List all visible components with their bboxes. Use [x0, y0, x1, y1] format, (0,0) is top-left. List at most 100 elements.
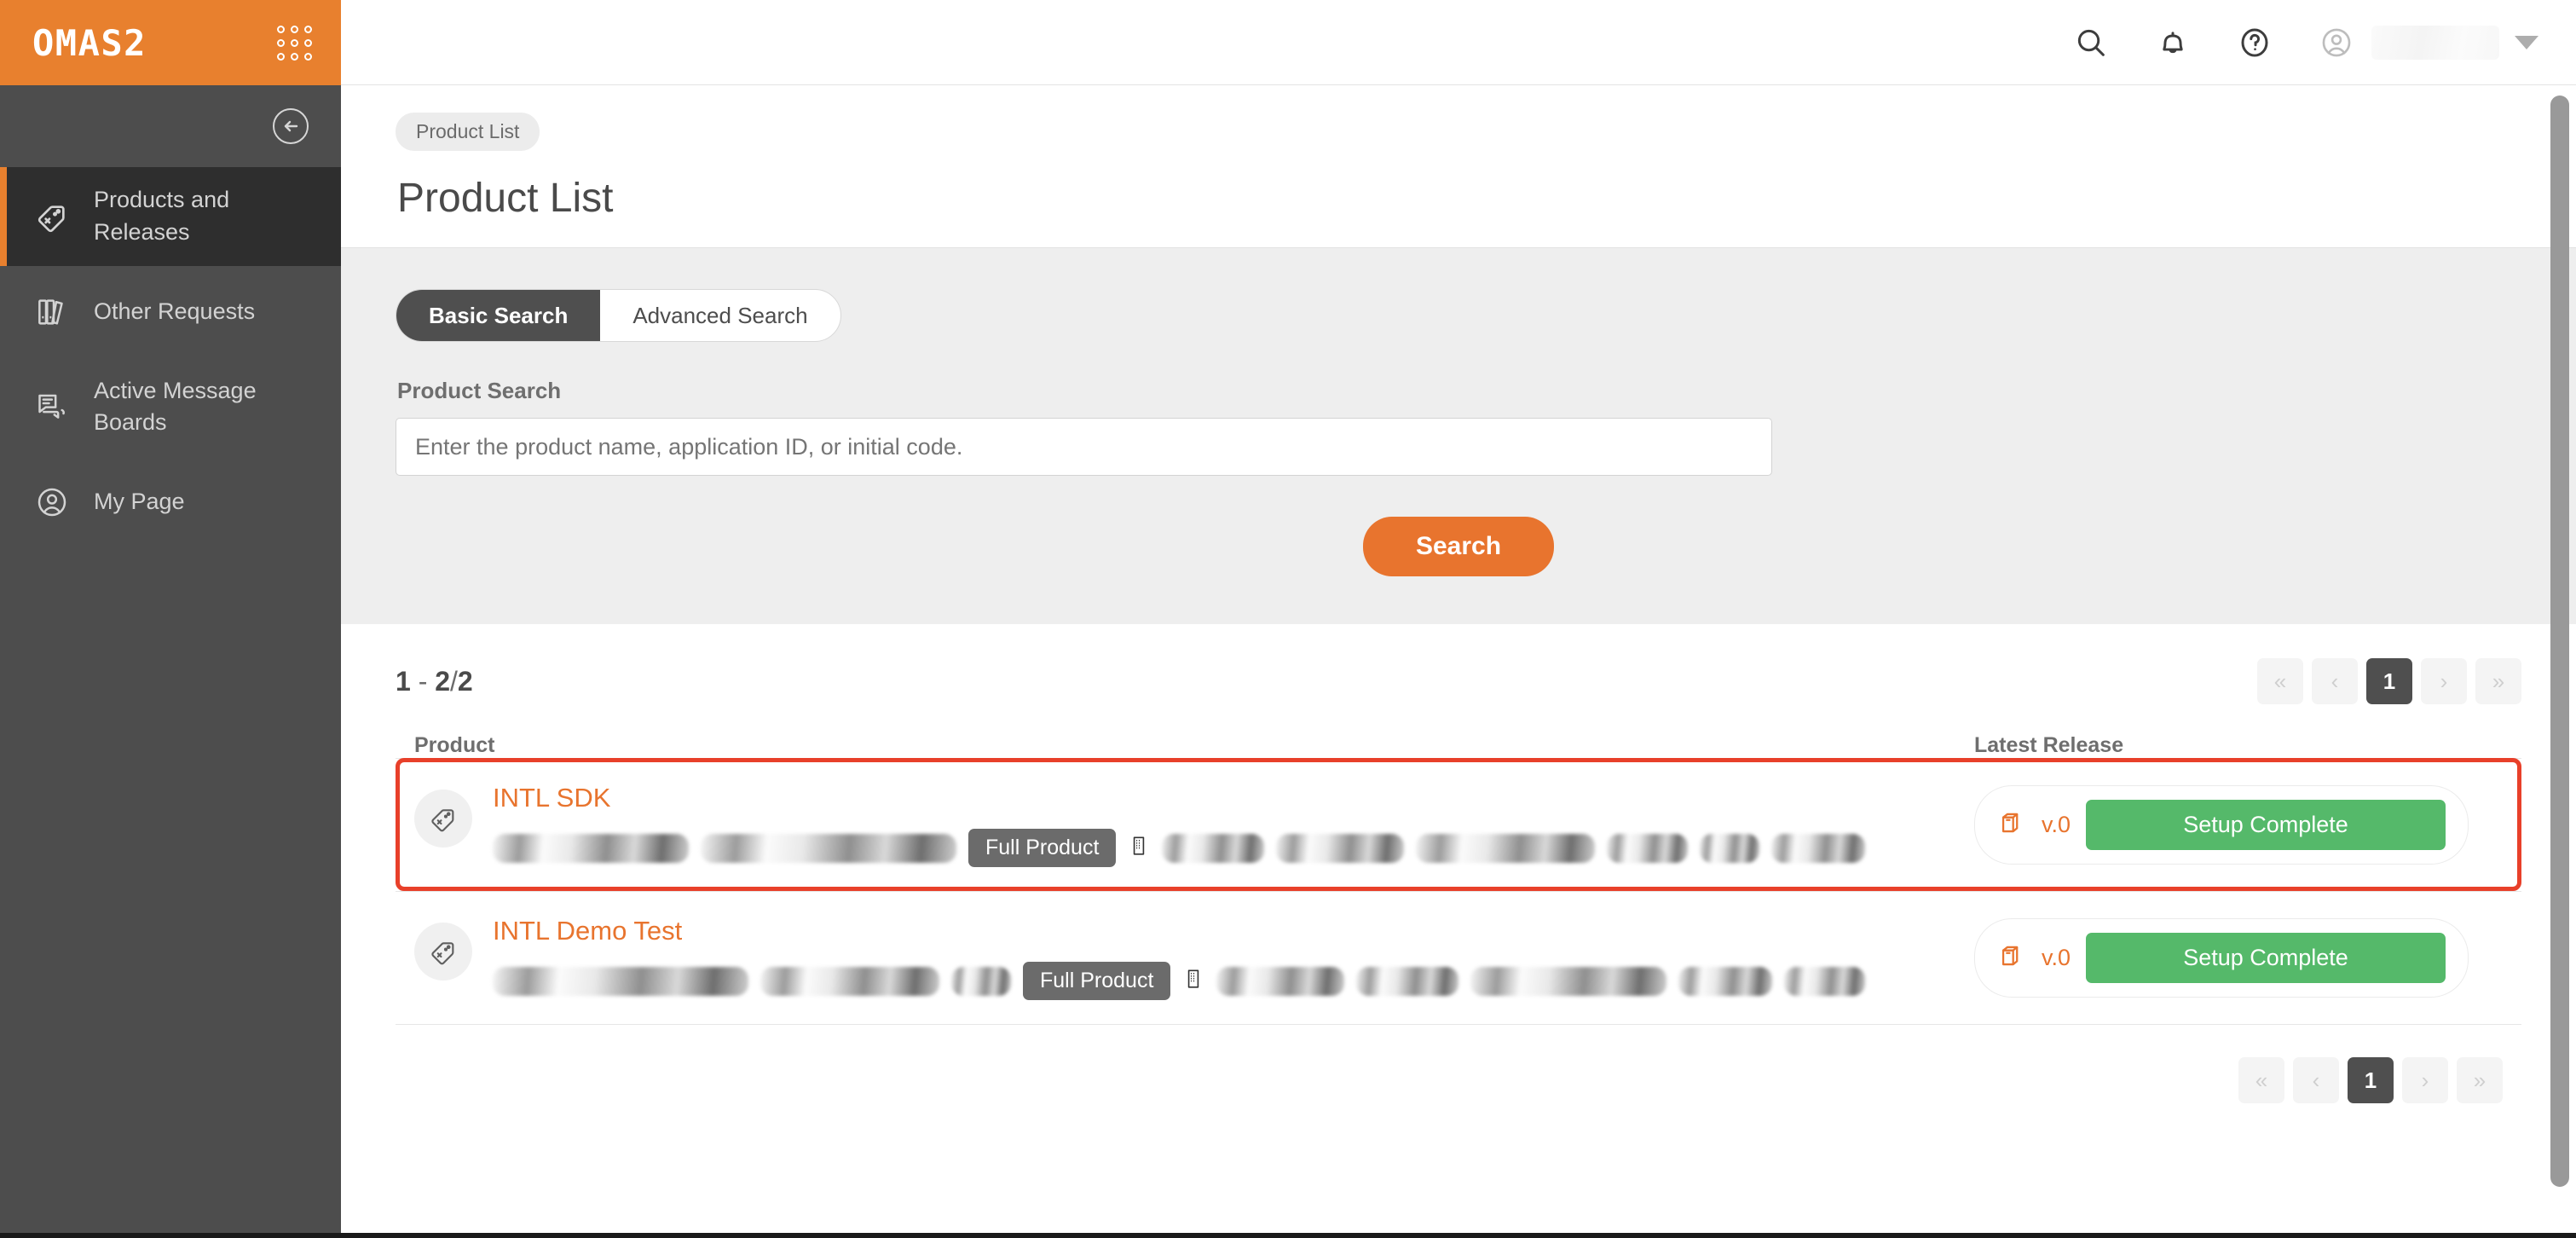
latest-release-cell: v.0 Setup Complete	[1974, 785, 2503, 865]
result-count-to: 2	[435, 665, 451, 697]
chevron-down-icon[interactable]	[2515, 35, 2538, 49]
tab-basic-search[interactable]: Basic Search	[396, 290, 601, 341]
redacted-text	[951, 966, 1011, 996]
pagination-bottom-row: « ‹ 1 › »	[396, 1025, 2521, 1103]
redacted-text	[1276, 833, 1405, 863]
search-icon[interactable]	[2071, 23, 2111, 62]
redacted-text	[701, 833, 956, 863]
topbar	[341, 0, 2576, 85]
package-box-icon	[1997, 941, 2026, 975]
pagination-first[interactable]: «	[2257, 658, 2303, 704]
result-count-from: 1	[396, 665, 411, 697]
redacted-text	[1470, 966, 1667, 996]
redacted-text	[1416, 833, 1596, 863]
pagination-first[interactable]: «	[2238, 1057, 2284, 1103]
building-icon	[1182, 967, 1204, 995]
chat-bubbles-icon	[34, 389, 70, 425]
vertical-scrollbar[interactable]	[2550, 95, 2569, 1187]
pagination-last[interactable]: »	[2475, 658, 2521, 704]
results-section: 1 - 2/2 « ‹ 1 › » Product Latest Release	[341, 624, 2576, 1103]
setup-status-button[interactable]: Setup Complete	[2086, 800, 2446, 850]
redacted-text	[1784, 966, 1866, 996]
results-header: 1 - 2/2 « ‹ 1 › »	[396, 658, 2521, 704]
sidebar-nav: Products and Releases Other Requests Act…	[0, 167, 341, 548]
sidebar-collapse-row	[0, 85, 341, 167]
tab-advanced-search[interactable]: Advanced Search	[600, 290, 840, 341]
redacted-text	[1700, 833, 1760, 863]
page-title: Product List	[397, 176, 614, 221]
product-meta: Full Product	[493, 829, 1866, 867]
pagination-prev[interactable]: ‹	[2293, 1057, 2339, 1103]
release-version: v.0	[2042, 812, 2071, 837]
setup-status-button[interactable]: Setup Complete	[2086, 933, 2446, 983]
redacted-text	[1607, 833, 1689, 863]
product-cell: INTL Demo Test Full Product	[414, 916, 1974, 1000]
sidebar-item-label: Products and Releases	[94, 187, 230, 245]
result-count-total: 2	[457, 665, 473, 697]
logo-bar: OMAS2	[0, 0, 341, 85]
product-meta: Full Product	[493, 962, 1866, 1000]
sidebar-item-products-and-releases[interactable]: Products and Releases	[0, 167, 341, 266]
page-header: Product List Product List	[341, 85, 2576, 222]
building-icon	[1128, 834, 1150, 862]
tag-icon	[414, 923, 472, 981]
redacted-text	[493, 966, 748, 996]
redacted-text	[493, 833, 689, 863]
user-menu[interactable]	[2317, 23, 2538, 62]
help-circle-icon[interactable]	[2235, 23, 2274, 62]
user-circle-icon	[2317, 23, 2356, 62]
product-type-badge: Full Product	[1023, 962, 1171, 1000]
product-cell: INTL SDK Full Product	[414, 783, 1974, 867]
user-name-redacted	[2371, 25, 2499, 60]
search-panel: Basic Search Advanced Search Product Sea…	[341, 247, 2576, 624]
package-box-icon	[1997, 808, 2026, 842]
user-circle-icon	[34, 484, 70, 520]
breadcrumb[interactable]: Product List	[396, 113, 540, 151]
product-name-link[interactable]: INTL SDK	[493, 783, 1865, 813]
pagination-top: « ‹ 1 › »	[2257, 658, 2521, 704]
app-logo[interactable]: OMAS2	[32, 22, 147, 64]
table-row-wrapper: INTL SDK Full Product v.0 Setup Complete	[396, 758, 2521, 891]
redacted-text	[1216, 966, 1345, 996]
sidebar-item-my-page[interactable]: My Page	[0, 456, 341, 548]
column-header-product: Product	[414, 733, 495, 757]
application-window: OMAS2 Products and Releases Other Reques…	[0, 0, 2576, 1238]
main-content: Product List Product List Basic Search A…	[341, 85, 2576, 1233]
apps-grid-icon[interactable]	[277, 25, 312, 61]
sidebar-item-label: Other Requests	[94, 298, 256, 324]
redacted-text	[1162, 833, 1265, 863]
tag-icon	[34, 199, 70, 234]
product-type-badge: Full Product	[968, 829, 1117, 867]
search-button[interactable]: Search	[1362, 517, 1555, 576]
bell-icon[interactable]	[2153, 23, 2192, 62]
pagination-next[interactable]: ›	[2421, 658, 2467, 704]
pagination-next[interactable]: ›	[2402, 1057, 2448, 1103]
pagination-prev[interactable]: ‹	[2312, 658, 2358, 704]
sidebar-item-other-requests[interactable]: Other Requests	[0, 266, 341, 358]
latest-release-cell: v.0 Setup Complete	[1974, 918, 2503, 998]
pagination-page-1[interactable]: 1	[2348, 1057, 2394, 1103]
pagination-last[interactable]: »	[2457, 1057, 2503, 1103]
table-column-headers: Product Latest Release	[396, 733, 2521, 758]
product-name-link[interactable]: INTL Demo Test	[493, 916, 1865, 946]
pagination-bottom: « ‹ 1 › »	[2238, 1057, 2503, 1103]
search-button-row: Search	[396, 517, 2521, 576]
table-row[interactable]: INTL SDK Full Product v.0 Setup Complete	[396, 758, 2521, 891]
result-count: 1 - 2/2	[396, 665, 473, 697]
redacted-text	[1771, 833, 1866, 863]
arrow-left-circle-icon[interactable]	[273, 108, 309, 144]
sidebar-item-active-message-boards[interactable]: Active Message Boards	[0, 358, 341, 457]
pagination-page-1[interactable]: 1	[2366, 658, 2412, 704]
search-mode-tabs: Basic Search Advanced Search	[396, 289, 841, 342]
sidebar: OMAS2 Products and Releases Other Reques…	[0, 0, 341, 1233]
table-row[interactable]: INTL Demo Test Full Product v.0 Setup Co…	[396, 891, 2521, 1024]
sidebar-item-label: Active Message Boards	[94, 377, 257, 436]
release-card: v.0 Setup Complete	[1974, 785, 2469, 865]
column-header-latest-release: Latest Release	[1974, 733, 2124, 757]
product-info: INTL SDK Full Product	[493, 783, 1866, 867]
redacted-text	[1678, 966, 1773, 996]
release-version: v.0	[2042, 945, 2071, 970]
binders-icon	[34, 294, 70, 330]
product-info: INTL Demo Test Full Product	[493, 916, 1866, 1000]
search-input[interactable]	[396, 418, 1772, 476]
